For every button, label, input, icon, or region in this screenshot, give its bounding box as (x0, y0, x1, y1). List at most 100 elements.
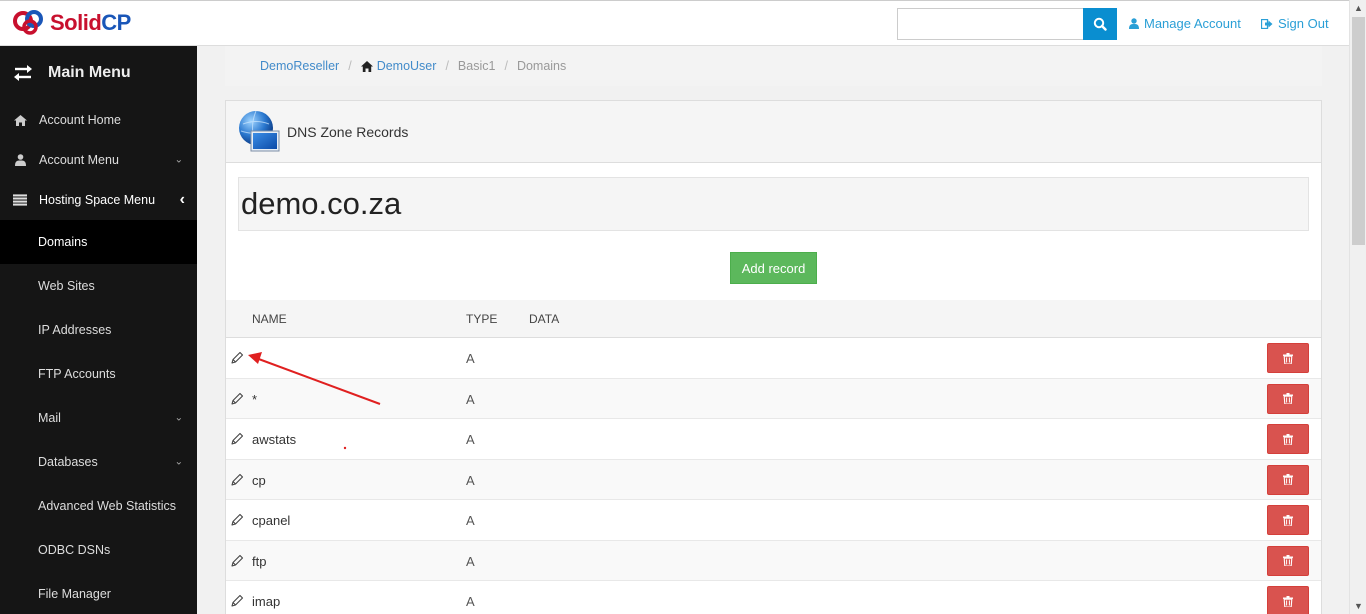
record-type: A (466, 553, 475, 569)
record-name: cpanel (252, 513, 291, 528)
pencil-edit-icon[interactable] (230, 392, 244, 406)
sidebar-subitem-databases[interactable]: Databases ⌄ (0, 440, 197, 484)
table-row: awstats A (226, 419, 1321, 460)
exchange-arrows-icon (14, 65, 32, 81)
sidebar-subitem-mail[interactable]: Mail ⌄ (0, 396, 197, 440)
delete-record-button[interactable] (1267, 343, 1309, 373)
breadcrumb-reseller[interactable]: DemoReseller (260, 59, 339, 73)
home-icon (360, 60, 373, 72)
trash-icon (1283, 474, 1293, 485)
search-icon (1093, 17, 1107, 31)
panel-title: DNS Zone Records (287, 123, 409, 140)
chevron-left-icon: ‹ (179, 191, 185, 208)
pencil-edit-icon[interactable] (230, 513, 244, 527)
pencil-edit-icon[interactable] (230, 554, 244, 568)
delete-record-button[interactable] (1267, 464, 1309, 495)
breadcrumb-user[interactable]: DemoUser (360, 59, 436, 73)
search-button[interactable] (1083, 8, 1117, 40)
record-type: A (466, 594, 475, 609)
logo-text-cp: CP (101, 10, 131, 35)
sidebar-subitem-label: Web Sites (38, 279, 95, 293)
sidebar-subitem-label: ODBC DSNs (38, 543, 111, 557)
column-header-type[interactable]: TYPE (466, 312, 497, 326)
domain-name-box: demo.co.za (238, 177, 1309, 231)
delete-record-button[interactable] (1267, 586, 1309, 614)
add-record-button[interactable]: Add record (730, 252, 817, 284)
sidebar-subitem-ip-addresses[interactable]: IP Addresses (0, 308, 197, 352)
logo-text: SolidCP (50, 10, 131, 36)
breadcrumb: DemoReseller / DemoUser / Basic1 / Domai… (225, 46, 1322, 86)
trash-icon (1283, 514, 1293, 526)
table-row: cpanel A (226, 500, 1321, 541)
sign-out-icon (1261, 18, 1273, 29)
breadcrumb-separator: / (445, 59, 449, 73)
record-type: A (466, 391, 475, 407)
scroll-down-arrow-icon[interactable]: ▼ (1350, 598, 1366, 614)
trash-icon (1283, 393, 1293, 404)
manage-account-label: Manage Account (1144, 16, 1241, 31)
table-row: ftp A (226, 540, 1321, 581)
search-input[interactable] (897, 8, 1083, 40)
sidebar-item-label: Account Home (39, 113, 121, 127)
sidebar-item-hosting-space-menu[interactable]: Hosting Space Menu ‹ (0, 180, 197, 220)
scroll-up-arrow-icon[interactable]: ▲ (1350, 0, 1366, 16)
record-type: A (466, 432, 475, 447)
delete-record-button[interactable] (1267, 383, 1309, 414)
sidebar-item-account-menu[interactable]: Account Menu ⌄ (0, 140, 197, 180)
sidebar-subitem-web-sites[interactable]: Web Sites (0, 264, 197, 308)
search-form (897, 8, 1117, 40)
chevron-down-icon: ⌄ (174, 154, 183, 166)
manage-account-link[interactable]: Manage Account (1129, 16, 1241, 31)
sign-out-link[interactable]: Sign Out (1261, 16, 1329, 31)
panel-header: DNS Zone Records (226, 101, 1321, 163)
record-name: awstats (252, 432, 297, 447)
sidebar: Main Menu Account Home Account Menu ⌄ Ho… (0, 46, 197, 614)
sidebar-subitem-label: File Manager (38, 587, 111, 601)
sidebar-subitem-file-manager[interactable]: File Manager (0, 572, 197, 614)
solidcp-logo[interactable]: SolidCP (12, 9, 131, 37)
pencil-edit-icon[interactable] (230, 351, 244, 365)
records-table-header: NAME TYPE DATA (226, 300, 1321, 338)
sign-out-label: Sign Out (1278, 16, 1329, 31)
user-icon (13, 154, 27, 166)
pencil-edit-icon[interactable] (230, 594, 244, 608)
logo-text-solid: Solid (50, 10, 102, 35)
sidebar-subitem-odbc-dsns[interactable]: ODBC DSNs (0, 528, 197, 572)
sidebar-subitem-domains[interactable]: Domains (0, 220, 197, 264)
trash-icon (1283, 433, 1293, 445)
table-row: cp A (226, 459, 1321, 500)
column-header-name[interactable]: NAME (252, 312, 287, 326)
records-table-body: A * Aawstats Acp Acpanel Aftp Aimap A (226, 338, 1321, 614)
home-icon (13, 114, 27, 126)
delete-record-button[interactable] (1267, 424, 1309, 454)
table-row: imap A (226, 581, 1321, 614)
logo-icon (13, 10, 43, 35)
sidebar-item-label: Account Menu (39, 153, 119, 167)
breadcrumb-label: DemoReseller (260, 59, 340, 73)
sidebar-item-account-home[interactable]: Account Home (0, 100, 197, 140)
user-icon (1129, 18, 1139, 29)
sidebar-subitem-label: IP Addresses (38, 323, 112, 337)
chevron-down-icon: ⌄ (174, 412, 183, 424)
vertical-scrollbar[interactable]: ▲ ▼ (1349, 0, 1366, 614)
dns-globe-icon (239, 110, 280, 151)
pencil-edit-icon[interactable] (230, 432, 244, 446)
top-navbar: SolidCP Manage Account Sign Out (0, 0, 1349, 46)
delete-record-button[interactable] (1267, 545, 1309, 576)
record-name: imap (252, 594, 281, 609)
record-name: ftp (252, 553, 267, 569)
breadcrumb-separator: / (504, 59, 508, 73)
table-row: A (226, 338, 1321, 379)
scrollbar-thumb[interactable] (1352, 17, 1365, 245)
sidebar-subitem-advanced-web-statistics[interactable]: Advanced Web Statistics (0, 484, 197, 528)
column-header-data[interactable]: DATA (529, 312, 559, 326)
main-menu-toggle[interactable]: Main Menu (0, 46, 197, 100)
chevron-down-icon: ⌄ (174, 456, 183, 468)
pencil-edit-icon[interactable] (230, 473, 244, 487)
sidebar-subitem-label: Mail (38, 411, 61, 425)
delete-record-button[interactable] (1267, 505, 1309, 535)
sidebar-subitem-ftp-accounts[interactable]: FTP Accounts (0, 352, 197, 396)
table-row: * A (226, 378, 1321, 419)
sidebar-subitem-label: FTP Accounts (38, 367, 116, 381)
dns-zone-panel: DNS Zone Records demo.co.za Add record N… (225, 100, 1322, 614)
